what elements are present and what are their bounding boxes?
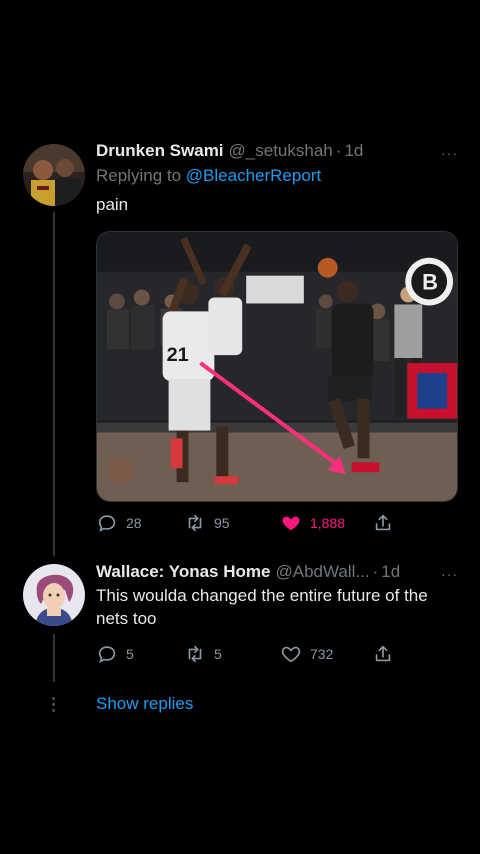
avatar[interactable] bbox=[23, 564, 85, 626]
retweet-icon bbox=[188, 645, 202, 663]
thread-line bbox=[53, 634, 55, 682]
display-name[interactable]: Wallace: Yonas Home bbox=[96, 562, 270, 582]
jersey-number: 21 bbox=[167, 344, 189, 366]
reply-button[interactable]: 28 bbox=[96, 512, 184, 534]
replying-to-label: Replying to bbox=[96, 166, 182, 185]
share-icon bbox=[375, 645, 391, 662]
thread-line bbox=[53, 212, 55, 556]
separator: · bbox=[335, 141, 342, 160]
tweet-header: Wallace: Yonas Home @AbdWall... · 1d bbox=[96, 562, 458, 582]
retweet-button[interactable]: 95 bbox=[184, 512, 280, 534]
svg-text:B: B bbox=[422, 270, 438, 295]
retweet-count: 5 bbox=[214, 646, 222, 662]
tweet-actions: 5 5 732 bbox=[96, 643, 396, 665]
more-options-icon[interactable]: ··· bbox=[441, 566, 458, 582]
share-button[interactable] bbox=[372, 643, 394, 665]
tweet[interactable]: Wallace: Yonas Home @AbdWall... · 1d ···… bbox=[96, 562, 458, 630]
timestamp[interactable]: 1d bbox=[344, 141, 363, 161]
share-icon bbox=[375, 514, 391, 531]
tweet-actions: 28 95 1,888 bbox=[96, 512, 396, 534]
timestamp[interactable]: 1d bbox=[381, 562, 400, 582]
tweet-text: pain bbox=[96, 195, 129, 214]
like-count: 1,888 bbox=[310, 515, 346, 531]
replying-to: Replying to @BleacherReport bbox=[96, 166, 458, 186]
reply-icon bbox=[98, 515, 116, 532]
more-options-icon[interactable]: ··· bbox=[441, 145, 458, 161]
reply-count: 5 bbox=[126, 646, 134, 662]
tweet[interactable]: Drunken Swami @_setukshah · 1d ··· Reply… bbox=[96, 141, 458, 216]
tweet-media[interactable]: B 21 bbox=[96, 231, 458, 502]
tweet-header: Drunken Swami @_setukshah · 1d bbox=[96, 141, 458, 161]
user-handle[interactable]: @_setukshah bbox=[229, 141, 333, 161]
mention-link[interactable]: @BleacherReport bbox=[186, 166, 321, 185]
display-name[interactable]: Drunken Swami bbox=[96, 141, 224, 161]
retweet-button[interactable]: 5 bbox=[184, 643, 280, 665]
thread-continuation-dots bbox=[52, 697, 56, 713]
reply-count: 28 bbox=[126, 515, 142, 531]
show-replies-link[interactable]: Show replies bbox=[96, 694, 193, 714]
like-button[interactable]: 732 bbox=[280, 643, 372, 665]
heart-icon bbox=[282, 516, 300, 531]
retweet-icon bbox=[188, 514, 202, 532]
tweet-text: This woulda changed the entire future of… bbox=[96, 586, 428, 628]
share-button[interactable] bbox=[372, 512, 394, 534]
reply-button[interactable]: 5 bbox=[96, 643, 184, 665]
separator: · bbox=[372, 562, 379, 581]
user-handle[interactable]: @AbdWall... bbox=[275, 562, 369, 582]
retweet-count: 95 bbox=[214, 515, 230, 531]
reply-icon bbox=[98, 646, 116, 663]
like-count: 732 bbox=[310, 646, 334, 662]
avatar[interactable] bbox=[23, 144, 85, 206]
heart-icon bbox=[281, 646, 301, 663]
like-button[interactable]: 1,888 bbox=[280, 512, 372, 534]
